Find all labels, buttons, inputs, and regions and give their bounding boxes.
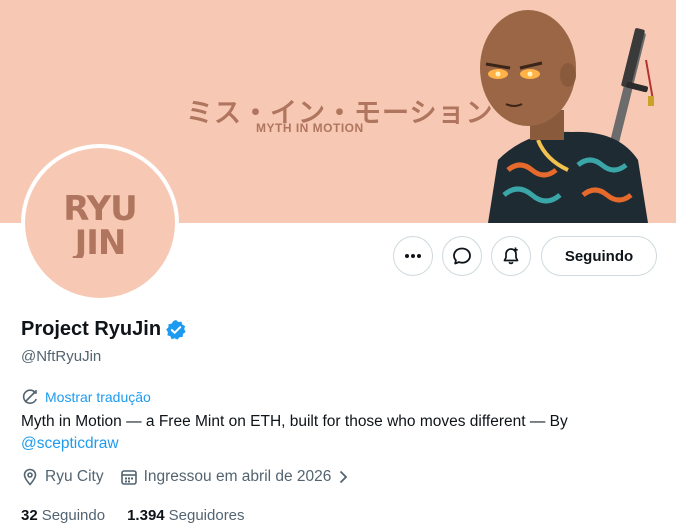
display-name: Project RyuJin	[21, 318, 162, 340]
following-count: 32	[21, 507, 38, 524]
location-item: Ryu City	[21, 468, 104, 486]
profile-handle: @NftRyuJin	[21, 348, 102, 365]
avatar-logo-circle: RYU JIN	[25, 148, 175, 298]
more-options-button[interactable]	[393, 236, 433, 276]
profile-avatar[interactable]: RYU JIN	[21, 144, 179, 302]
message-icon	[453, 247, 471, 265]
bell-plus-icon	[503, 247, 519, 265]
profile-meta: Ryu City Ingressou em abril de 2026	[21, 468, 373, 486]
followers-label: Seguidores	[168, 507, 245, 524]
location-text: Ryu City	[45, 468, 104, 485]
joined-text: Ingressou em abril de 2026	[143, 468, 332, 485]
ryujin-logo: RYU JIN	[63, 189, 138, 258]
follow-stats: 32 Seguindo 1.394 Seguidores	[21, 507, 267, 524]
followers-count: 1.394	[127, 507, 165, 524]
profile-bio: Myth in Motion — a Free Mint on ETH, bui…	[21, 411, 661, 455]
bio-mention-link[interactable]: @scepticdraw	[21, 435, 119, 452]
name-row: Project RyuJin	[21, 318, 187, 341]
banner-character-illustration	[480, 10, 654, 223]
message-button[interactable]	[442, 236, 482, 276]
followers-count-link[interactable]: 1.394 Seguidores	[127, 507, 244, 524]
location-pin-icon	[23, 468, 37, 486]
logo-line-2: JIN	[73, 223, 126, 258]
bio-text: Myth in Motion — a Free Mint on ETH, bui…	[21, 413, 568, 430]
calendar-icon	[120, 470, 137, 485]
following-count-link[interactable]: 32 Seguindo	[21, 507, 105, 524]
following-button[interactable]: Seguindo	[541, 236, 657, 276]
notifications-button[interactable]	[491, 236, 531, 276]
chevron-right-icon[interactable]	[335, 469, 351, 485]
more-dots-icon	[405, 254, 421, 258]
verified-badge-icon[interactable]	[165, 319, 187, 341]
show-translation-link[interactable]: Mostrar tradução	[21, 388, 151, 406]
translate-icon	[22, 389, 37, 404]
following-label: Seguindo	[41, 507, 106, 524]
translate-label: Mostrar tradução	[45, 389, 151, 405]
joined-item: Ingressou em abril de 2026	[120, 468, 358, 486]
banner-english-title: MYTH IN MOTION	[256, 121, 364, 135]
